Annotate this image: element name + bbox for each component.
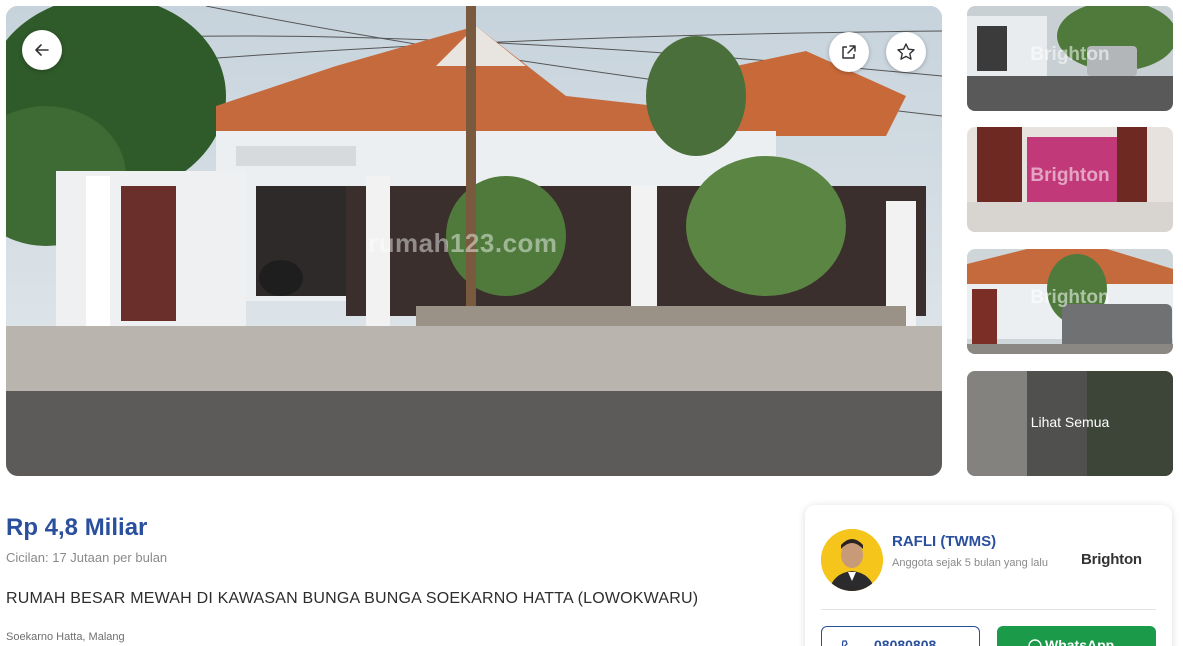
listing-location: Soekarno Hatta, Malang — [6, 631, 125, 643]
phone-button[interactable]: 08080808 — [821, 626, 980, 646]
see-all-label: Lihat Semua — [1030, 414, 1110, 430]
back-button[interactable] — [22, 30, 62, 70]
thumbnail-watermark: Brighton — [1030, 287, 1110, 308]
agency-logo-text: Brighton — [1081, 551, 1142, 568]
agent-name[interactable]: RAFLI (TWMS) — [892, 533, 996, 550]
listing-price: Rp 4,8 Miliar — [6, 514, 148, 541]
gallery-thumbnail[interactable]: Brighton — [967, 127, 1173, 232]
share-button[interactable] — [829, 32, 869, 72]
share-icon — [842, 45, 856, 59]
gallery-thumbnail[interactable]: Brighton — [967, 6, 1173, 111]
phone-number: 08080808 — [874, 637, 937, 646]
agent-avatar[interactable] — [821, 529, 883, 591]
star-icon — [897, 43, 915, 60]
listing-title: RUMAH BESAR MEWAH DI KAWASAN BUNGA BUNGA… — [6, 590, 699, 607]
agent-portrait-image — [821, 529, 883, 591]
favorite-button[interactable] — [886, 32, 926, 72]
divider — [821, 609, 1156, 610]
agent-member-since: Anggota sejak 5 bulan yang lalu — [892, 557, 1048, 569]
whatsapp-label: WhatsApp — [1045, 637, 1115, 646]
whatsapp-button[interactable]: WhatsApp — [997, 626, 1156, 646]
main-photo[interactable]: rumah123.com — [6, 6, 942, 476]
agent-card: RAFLI (TWMS) Anggota sejak 5 bulan yang … — [805, 505, 1172, 646]
agency-logo[interactable]: Brighton — [1081, 551, 1142, 568]
whatsapp-icon — [1028, 639, 1042, 646]
arrow-left-icon — [35, 44, 49, 56]
gallery-thumbnail[interactable]: Brighton — [967, 249, 1173, 354]
installment-text: Cicilan: 17 Jutaan per bulan — [6, 550, 168, 565]
thumbnail-watermark: Brighton — [1030, 44, 1110, 65]
thumbnail-watermark: Brighton — [1030, 165, 1110, 186]
listing-page: rumah123.com Brighton Brighton Brighton … — [0, 0, 1183, 646]
phone-icon — [841, 640, 848, 646]
see-all-photos-button[interactable]: Lihat Semua — [967, 371, 1173, 476]
photo-watermark: rumah123.com — [368, 228, 558, 258]
